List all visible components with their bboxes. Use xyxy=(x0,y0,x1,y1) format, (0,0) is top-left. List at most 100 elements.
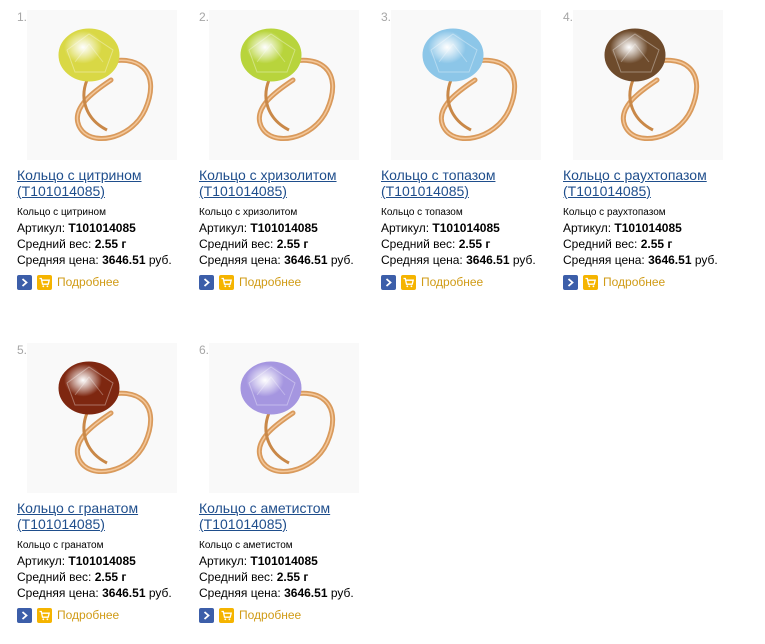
product-subtitle: Кольцо с раухтопазом xyxy=(563,207,666,218)
chevron-right-icon xyxy=(21,277,28,287)
article-label: Артикул: xyxy=(17,554,66,568)
article-label: Артикул: xyxy=(563,221,612,235)
price-currency: руб. xyxy=(148,253,172,267)
card-actions: Подробнее xyxy=(17,607,119,623)
product-subtitle: Кольцо с топазом xyxy=(381,207,463,218)
details-arrow-button[interactable] xyxy=(199,274,214,290)
price-line: Средняя цена: 3646.51 руб. xyxy=(199,253,354,267)
add-to-cart-button[interactable] xyxy=(219,607,234,623)
price-line: Средняя цена: 3646.51 руб. xyxy=(381,253,536,267)
card-actions: Подробнее xyxy=(199,274,301,290)
price-currency: руб. xyxy=(330,586,354,600)
price-label: Средняя цена: xyxy=(199,253,281,267)
cart-icon xyxy=(221,277,232,287)
details-arrow-button[interactable] xyxy=(17,607,32,623)
product-title-link[interactable]: Кольцо с топазом (Т101014085) xyxy=(381,167,556,199)
product-title-link[interactable]: Кольцо с хризолитом (Т101014085) xyxy=(199,167,374,199)
product-subtitle: Кольцо с гранатом xyxy=(17,540,104,551)
cart-icon xyxy=(221,610,232,620)
weight-value: 2.55 г xyxy=(640,237,673,251)
details-arrow-button[interactable] xyxy=(381,274,396,290)
price-label: Средняя цена: xyxy=(199,586,281,600)
price-line: Средняя цена: 3646.51 руб. xyxy=(17,586,172,600)
article-line: Артикул: Т101014085 xyxy=(17,554,136,568)
add-to-cart-button[interactable] xyxy=(401,274,416,290)
product-title-link[interactable]: Кольцо с гранатом (Т101014085) xyxy=(17,500,192,532)
product-image[interactable] xyxy=(27,10,177,160)
card-actions: Подробнее xyxy=(17,274,119,290)
product-title-link[interactable]: Кольцо с аметистом (Т101014085) xyxy=(199,500,374,532)
price-line: Средняя цена: 3646.51 руб. xyxy=(17,253,172,267)
ring-icon xyxy=(58,28,153,141)
article-line: Артикул: Т101014085 xyxy=(199,221,318,235)
weight-line: Средний вес: 2.55 г xyxy=(381,237,490,251)
product-image[interactable] xyxy=(209,343,359,493)
details-arrow-button[interactable] xyxy=(17,274,32,290)
add-to-cart-button[interactable] xyxy=(37,607,52,623)
chevron-right-icon xyxy=(21,610,28,620)
details-arrow-button[interactable] xyxy=(563,274,578,290)
article-value: Т101014085 xyxy=(614,221,682,235)
chevron-right-icon xyxy=(567,277,574,287)
product-image[interactable] xyxy=(27,343,177,493)
chevron-right-icon xyxy=(203,277,210,287)
price-currency: руб. xyxy=(148,586,172,600)
product-subtitle: Кольцо с аметистом xyxy=(199,540,293,551)
product-number: 3. xyxy=(381,10,392,24)
more-link[interactable]: Подробнее xyxy=(57,275,119,289)
price-label: Средняя цена: xyxy=(17,586,99,600)
article-value: Т101014085 xyxy=(250,221,318,235)
more-link[interactable]: Подробнее xyxy=(421,275,483,289)
product-subtitle: Кольцо с хризолитом xyxy=(199,207,298,218)
weight-label: Средний вес: xyxy=(199,237,274,251)
more-link[interactable]: Подробнее xyxy=(239,608,301,622)
weight-value: 2.55 г xyxy=(276,570,309,584)
more-link[interactable]: Подробнее xyxy=(603,275,665,289)
add-to-cart-button[interactable] xyxy=(219,274,234,290)
weight-line: Средний вес: 2.55 г xyxy=(17,237,126,251)
article-label: Артикул: xyxy=(199,221,248,235)
product-image[interactable] xyxy=(391,10,541,160)
price-value: 3646.51 xyxy=(102,586,146,600)
chevron-right-icon xyxy=(203,610,210,620)
more-link[interactable]: Подробнее xyxy=(57,608,119,622)
ring-icon xyxy=(240,361,335,474)
product-number: 2. xyxy=(199,10,210,24)
ring-icon xyxy=(240,28,335,141)
article-label: Артикул: xyxy=(17,221,66,235)
cart-icon xyxy=(585,277,596,287)
add-to-cart-button[interactable] xyxy=(37,274,52,290)
ring-icon xyxy=(422,28,517,141)
weight-value: 2.55 г xyxy=(458,237,491,251)
price-value: 3646.51 xyxy=(648,253,692,267)
product-subtitle: Кольцо с цитрином xyxy=(17,207,106,218)
cart-icon xyxy=(403,277,414,287)
product-number: 1. xyxy=(17,10,28,24)
product-number: 5. xyxy=(17,343,28,357)
weight-label: Средний вес: xyxy=(563,237,638,251)
product-title-link[interactable]: Кольцо с раухтопазом (Т101014085) xyxy=(563,167,738,199)
article-line: Артикул: Т101014085 xyxy=(563,221,682,235)
article-line: Артикул: Т101014085 xyxy=(17,221,136,235)
price-line: Средняя цена: 3646.51 руб. xyxy=(199,586,354,600)
add-to-cart-button[interactable] xyxy=(583,274,598,290)
product-title-link[interactable]: Кольцо с цитрином (Т101014085) xyxy=(17,167,192,199)
product-image[interactable] xyxy=(573,10,723,160)
article-label: Артикул: xyxy=(381,221,430,235)
card-actions: Подробнее xyxy=(381,274,483,290)
weight-label: Средний вес: xyxy=(17,570,92,584)
price-line: Средняя цена: 3646.51 руб. xyxy=(563,253,718,267)
weight-label: Средний вес: xyxy=(381,237,456,251)
price-label: Средняя цена: xyxy=(563,253,645,267)
ring-icon xyxy=(604,28,699,141)
product-image[interactable] xyxy=(209,10,359,160)
price-value: 3646.51 xyxy=(102,253,146,267)
weight-value: 2.55 г xyxy=(276,237,309,251)
article-value: Т101014085 xyxy=(68,554,136,568)
more-link[interactable]: Подробнее xyxy=(239,275,301,289)
price-currency: руб. xyxy=(694,253,718,267)
price-label: Средняя цена: xyxy=(381,253,463,267)
ring-icon xyxy=(58,361,153,474)
details-arrow-button[interactable] xyxy=(199,607,214,623)
weight-line: Средний вес: 2.55 г xyxy=(17,570,126,584)
